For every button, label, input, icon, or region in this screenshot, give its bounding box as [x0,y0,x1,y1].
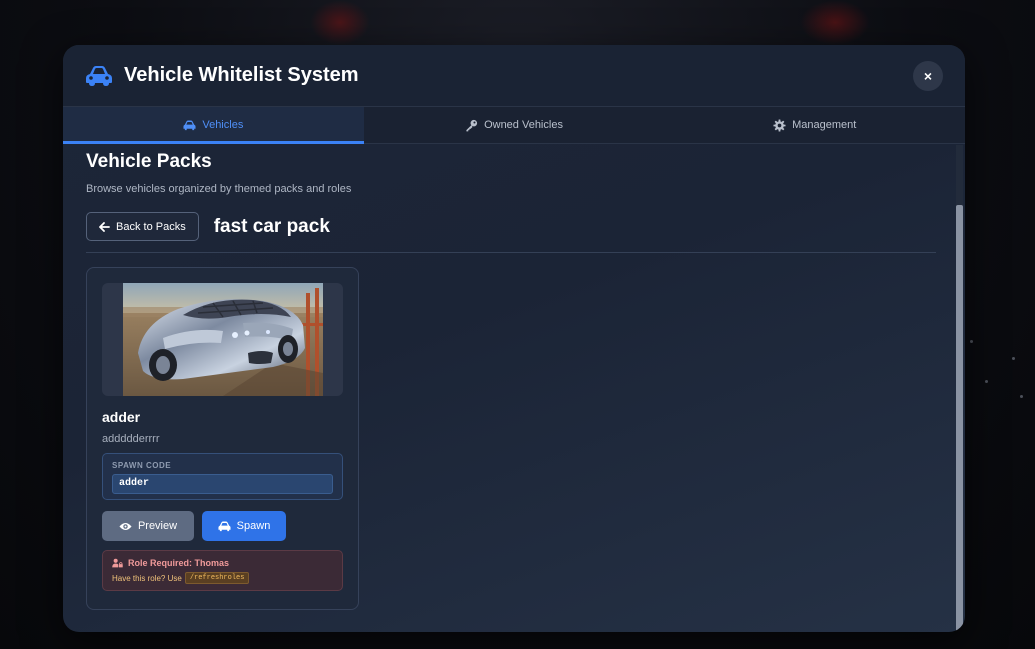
scrollbar-thumb[interactable] [956,205,963,632]
spawn-label: Spawn [236,520,271,532]
tab-bar: Vehicles Owned Vehicles Management [63,107,965,144]
section-subtitle: Browse vehicles organized by themed pack… [86,183,352,195]
tab-vehicles[interactable]: Vehicles [63,107,364,144]
tab-owned-vehicles-label: Owned Vehicles [484,119,563,131]
car-icon [86,65,112,86]
vehicle-name: adder [102,409,141,425]
back-to-packs-label: Back to Packs [116,220,186,233]
role-hint-text: Have this role? Use [112,573,182,583]
scrollbar[interactable] [956,145,963,632]
role-required-title: Role Required: Thomas [112,558,333,568]
spawn-button[interactable]: Spawn [202,511,286,541]
gear-icon [773,118,786,132]
refresh-roles-command: /refreshroles [184,572,250,584]
vehicle-image-frame [102,283,343,396]
preview-button[interactable]: Preview [102,511,194,541]
preview-label: Preview [137,520,178,532]
spawn-code-box: SPAWN CODE adder [102,453,343,500]
vehicle-card: adder addddderrrr SPAWN CODE adder Previ… [86,267,359,610]
vehicle-description: addddderrrr [102,433,160,445]
back-to-packs-button[interactable]: Back to Packs [86,212,199,241]
spawn-code-label: SPAWN CODE [112,461,172,470]
tab-vehicles-label: Vehicles [202,119,244,131]
eye-icon [119,522,132,530]
role-required-text: Role Required: Thomas [128,558,230,568]
tab-management[interactable]: Management [664,107,965,143]
background-light [1012,357,1015,360]
background-glow [800,0,870,45]
background-light [1020,395,1023,398]
role-required-notice: Role Required: Thomas Have this role? Us… [102,550,343,591]
car-icon [218,520,231,531]
window-title: Vehicle Whitelist System [124,64,359,86]
pack-name: fast car pack [213,215,330,237]
vehicle-whitelist-modal: Vehicle Whitelist System × Vehicles Owne… [63,45,965,632]
close-icon: × [923,68,933,84]
background-light [970,340,973,343]
role-hint: Have this role? Use /refreshroles [112,572,333,584]
background-glow [310,0,370,45]
user-lock-icon [112,558,123,568]
modal-header: Vehicle Whitelist System × [63,45,965,107]
pack-header: Back to Packs fast car pack [86,212,936,253]
arrow-left-icon [99,221,110,232]
background-light [985,380,988,383]
spawn-code-value[interactable]: adder [112,474,333,494]
content-panel: Vehicle Packs Browse vehicles organized … [63,145,965,632]
close-button[interactable]: × [913,61,943,91]
car-icon [183,119,196,130]
vehicle-image [122,283,323,396]
section-title: Vehicle Packs [86,151,212,172]
key-icon [466,119,478,131]
vehicle-actions: Preview Spawn [102,511,343,541]
tab-owned-vehicles[interactable]: Owned Vehicles [364,107,665,143]
tab-management-label: Management [792,119,857,131]
